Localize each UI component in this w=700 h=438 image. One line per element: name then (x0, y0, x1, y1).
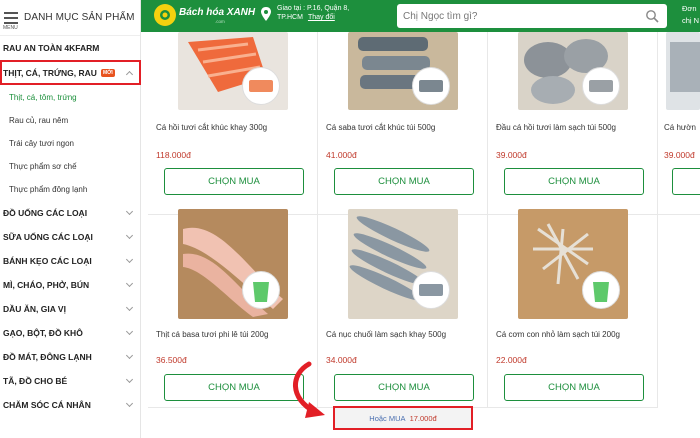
product-price: 36.500đ (156, 355, 187, 365)
sidebar-subitem-meat[interactable]: Thịt, cá, tôm, trứng (0, 86, 140, 109)
buy-button[interactable]: CHỌN MUA (334, 374, 474, 401)
product-thumbnail (412, 271, 450, 309)
chevron-down-icon (125, 207, 134, 216)
product-price: 22.000đ (496, 355, 527, 365)
product-name[interactable]: Cá hồi tươi cắt khúc khay 300g (156, 123, 267, 132)
product-name[interactable]: Thịt cá basa tươi phi lê túi 200g (156, 330, 268, 339)
buy-button[interactable]: CHỌN MUA (504, 168, 644, 195)
product-thumbnail (242, 67, 280, 105)
product-card[interactable]: Cá saba tươi cắt khúc túi 500g 41.000đ C… (318, 32, 488, 215)
arrow-icon (293, 361, 325, 418)
product-thumbnail (582, 67, 620, 105)
buy-button-partial[interactable] (672, 168, 700, 195)
menu-icon[interactable] (4, 11, 18, 24)
product-image-basa[interactable] (178, 209, 288, 319)
location-city: TP.HCM (277, 14, 303, 21)
category-sidebar: MENU DANH MỤC SẢN PHẨM RAU AN TOÀN 4KFAR… (0, 0, 141, 438)
sidebar-item-rice-flour[interactable]: GẠO, BỘT, ĐỒ KHÔ (0, 321, 140, 345)
sidebar-item-snacks[interactable]: BÁNH KẸO CÁC LOẠI (0, 249, 140, 273)
sidebar-item-oil-spices[interactable]: DẦU ĂN, GIA VỊ (0, 297, 140, 321)
orders-label: Đơn (682, 4, 697, 13)
chevron-down-icon (125, 279, 134, 288)
product-price: 118.000đ (156, 150, 191, 160)
buy-button[interactable]: CHỌN MUA (164, 374, 304, 401)
chevron-down-icon (125, 375, 134, 384)
product-image-partial[interactable] (666, 32, 700, 110)
product-image-anchovy[interactable] (518, 209, 628, 319)
logo-text[interactable]: Bách hóa XANH (179, 7, 255, 18)
product-image-mackerel-scad[interactable] (348, 209, 458, 319)
sidebar-item-4kfarm[interactable]: RAU AN TOÀN 4KFARM (0, 36, 140, 60)
chevron-down-icon (125, 399, 134, 408)
sidebar-item-milk[interactable]: SỮA UỐNG CÁC LOẠI (0, 225, 140, 249)
sidebar-item-label: TÃ, ĐỒ CHO BÉ (3, 376, 68, 386)
product-image-salmon-head[interactable] (518, 32, 628, 110)
product-name[interactable]: Cá cơm con nhỏ làm sạch túi 200g (496, 330, 620, 339)
sidebar-item-noodles[interactable]: MÌ, CHÁO, PHỞ, BÚN (0, 273, 140, 297)
product-name[interactable]: Đầu cá hồi tươi làm sạch túi 500g (496, 123, 616, 132)
search-icon[interactable] (645, 9, 659, 23)
logo-sub: .com (215, 19, 225, 24)
product-price: 41.000đ (326, 150, 357, 160)
sidebar-item-label: ĐỒ MÁT, ĐÔNG LẠNH (3, 352, 92, 362)
product-name[interactable]: Cá nục chuối làm sạch khay 500g (326, 330, 446, 339)
sidebar-subitem-fruit[interactable]: Trái cây tươi ngon (0, 132, 140, 155)
account-area[interactable]: Đơn chị N (682, 3, 699, 27)
alternative-buy-button[interactable]: Hoặc MUA 17.000đ (333, 406, 473, 430)
product-thumbnail (242, 271, 280, 309)
chevron-down-icon (125, 327, 134, 336)
product-price: 39.000đ (496, 150, 527, 160)
product-thumbnail (412, 67, 450, 105)
chevron-down-icon (125, 303, 134, 312)
product-image-saba[interactable] (348, 32, 458, 110)
sidebar-subitem-prepared[interactable]: Thực phẩm sơ chế (0, 155, 140, 178)
product-price: 39.000đ (664, 150, 695, 160)
buy-button[interactable]: CHỌN MUA (334, 168, 474, 195)
top-header: Bách hóa XANH .com Giao tại : P.16, Quận… (141, 0, 700, 32)
logo-icon[interactable] (154, 4, 176, 26)
sidebar-item-label: GẠO, BỘT, ĐỒ KHÔ (3, 328, 83, 338)
chevron-down-icon (125, 255, 134, 264)
sidebar-item-drinks[interactable]: ĐỒ UỐNG CÁC LOẠI (0, 201, 140, 225)
sidebar-item-label: BÁNH KẸO CÁC LOẠI (3, 256, 92, 266)
sidebar-item-label: ĐỒ UỐNG CÁC LOẠI (3, 208, 88, 218)
location-pin-icon (261, 7, 271, 21)
location-line: Giao tại : P.16, Quận 8, (277, 5, 350, 12)
product-thumbnail (582, 271, 620, 309)
sidebar-item-chilled[interactable]: ĐỒ MÁT, ĐÔNG LẠNH (0, 345, 140, 369)
change-location-link[interactable]: Thay đổi (308, 14, 335, 21)
buy-button[interactable]: CHỌN MUA (164, 168, 304, 195)
sidebar-subitem-frozen[interactable]: Thực phẩm đông lạnh (0, 178, 140, 201)
alt-buy-label: Hoặc MUA (369, 413, 406, 423)
buy-button[interactable]: CHỌN MUA (504, 374, 644, 401)
sidebar-item-label: RAU AN TOÀN 4KFARM (3, 43, 100, 53)
sidebar-subitem-vegetables[interactable]: Rau củ, rau nêm (0, 109, 140, 132)
delivery-location[interactable]: Giao tại : P.16, Quận 8, TP.HCM Thay đổi (277, 4, 375, 22)
sidebar-item-label: DẦU ĂN, GIA VỊ (3, 304, 66, 314)
product-card[interactable]: Cá hườn 39.000đ (658, 32, 700, 215)
chevron-down-icon (125, 351, 134, 360)
product-card[interactable]: Cá nục chuối làm sạch khay 500g 34.000đ … (318, 208, 488, 408)
sidebar-item-label: SỮA UỐNG CÁC LOẠI (3, 232, 93, 242)
product-grid: Cá hồi tươi cắt khúc khay 300g 118.000đ … (148, 32, 700, 438)
sidebar-item-label: CHĂM SÓC CÁ NHÂN (3, 400, 91, 410)
highlight-box (0, 60, 141, 85)
product-card[interactable]: Cá cơm con nhỏ làm sạch túi 200g 22.000đ… (488, 208, 658, 408)
chevron-down-icon (125, 231, 134, 240)
product-card[interactable]: Đầu cá hồi tươi làm sạch túi 500g 39.000… (488, 32, 658, 215)
sidebar-item-baby[interactable]: TÃ, ĐỒ CHO BÉ (0, 369, 140, 393)
product-image-salmon[interactable] (178, 32, 288, 110)
search-input[interactable]: Chị Ngọc tìm gì? (397, 4, 667, 28)
sidebar-header[interactable]: MENU DANH MỤC SẢN PHẨM (0, 0, 140, 36)
search-placeholder: Chị Ngọc tìm gì? (403, 10, 478, 22)
sidebar-item-label: MÌ, CHÁO, PHỞ, BÚN (3, 280, 90, 290)
sidebar-title: DANH MỤC SẢN PHẨM (24, 12, 135, 23)
product-name[interactable]: Cá hườn (664, 123, 696, 132)
alt-buy-price: 17.000đ (409, 413, 437, 423)
menu-sub-label: MENU (3, 25, 18, 31)
product-card[interactable]: Cá hồi tươi cắt khúc khay 300g 118.000đ … (148, 32, 318, 215)
sidebar-item-personal-care[interactable]: CHĂM SÓC CÁ NHÂN (0, 393, 140, 417)
product-name[interactable]: Cá saba tươi cắt khúc túi 500g (326, 123, 435, 132)
user-label: chị N (682, 16, 700, 25)
